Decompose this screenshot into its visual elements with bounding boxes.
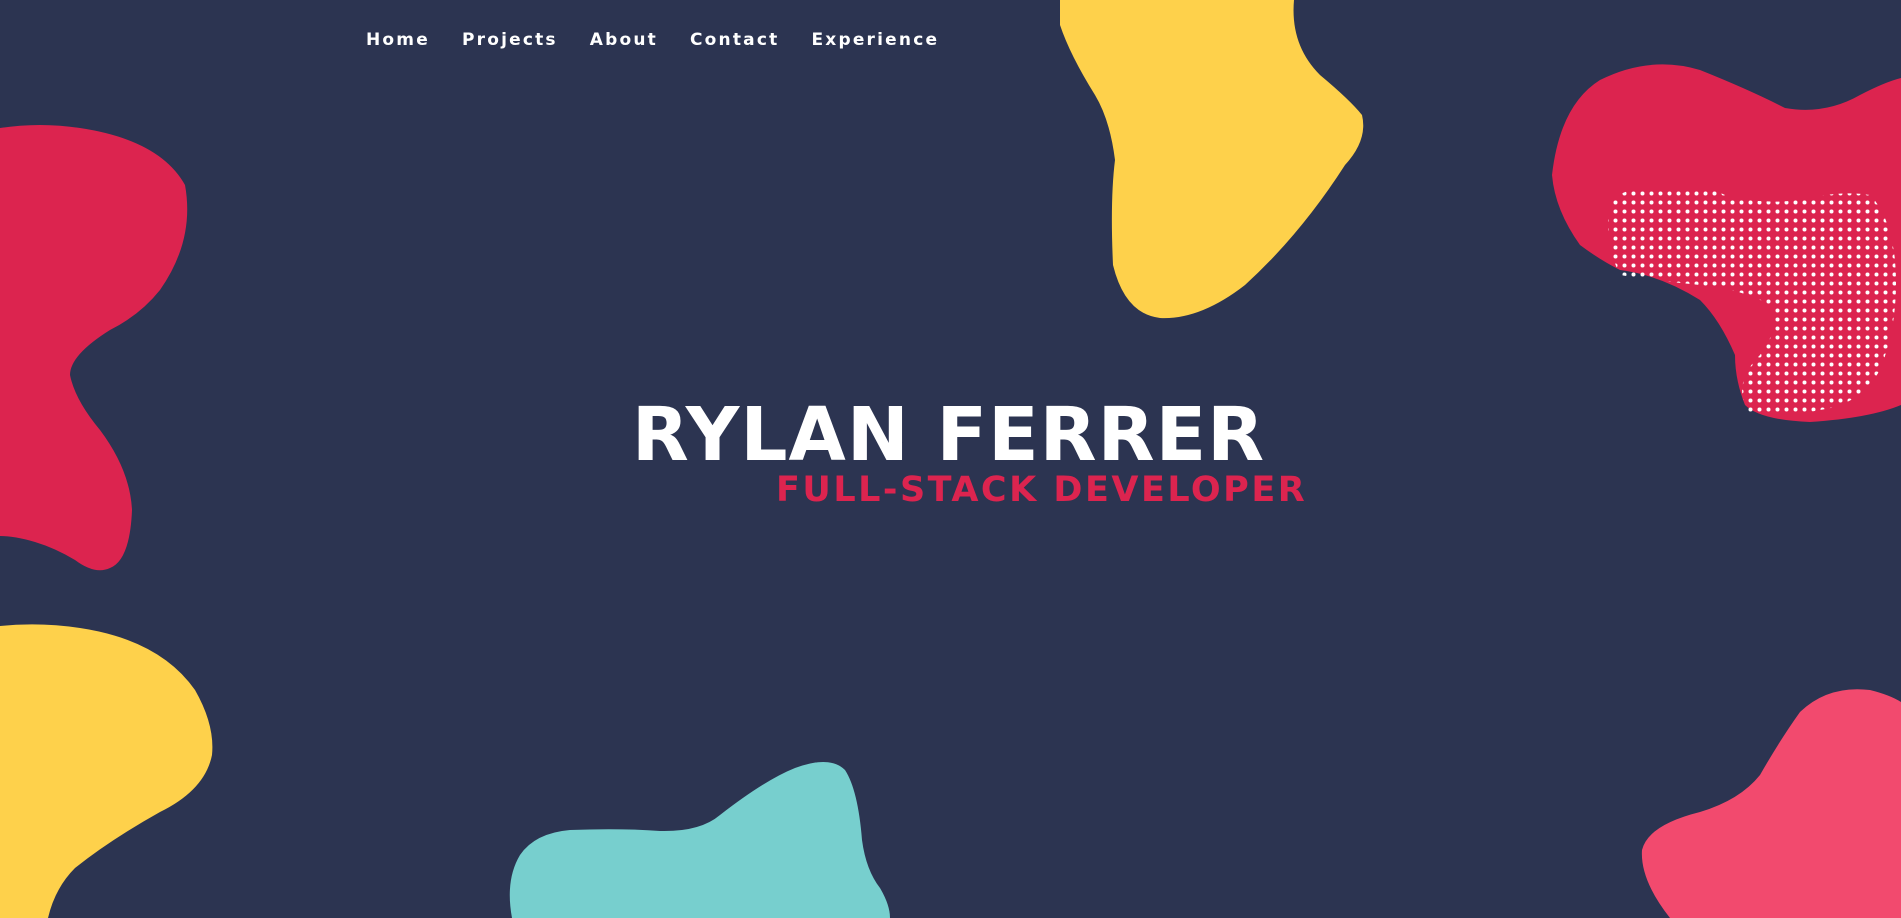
nav-link-projects[interactable]: Projects	[462, 30, 558, 50]
hero-role: FULL-STACK DEVELOPER	[776, 470, 1308, 510]
teal-blob-bottom	[509, 761, 890, 918]
main-nav: Home Projects About Contact Experience	[366, 30, 971, 50]
pink-blob-bottom-right	[1641, 689, 1901, 918]
portfolio-page: Home Projects About Contact Experience R…	[0, 0, 1901, 918]
red-blob-left	[0, 125, 188, 571]
nav-link-contact[interactable]: Contact	[690, 30, 779, 50]
nav-link-home[interactable]: Home	[366, 30, 430, 50]
yellow-blob-top	[1060, 0, 1364, 319]
hero-name: RYLAN FERRER	[0, 392, 1901, 478]
yellow-blob-bottom-left	[0, 624, 213, 918]
nav-link-about[interactable]: About	[590, 30, 658, 50]
nav-link-experience[interactable]: Experience	[811, 30, 939, 50]
hero-name-text: RYLAN FERRER	[631, 392, 1266, 478]
